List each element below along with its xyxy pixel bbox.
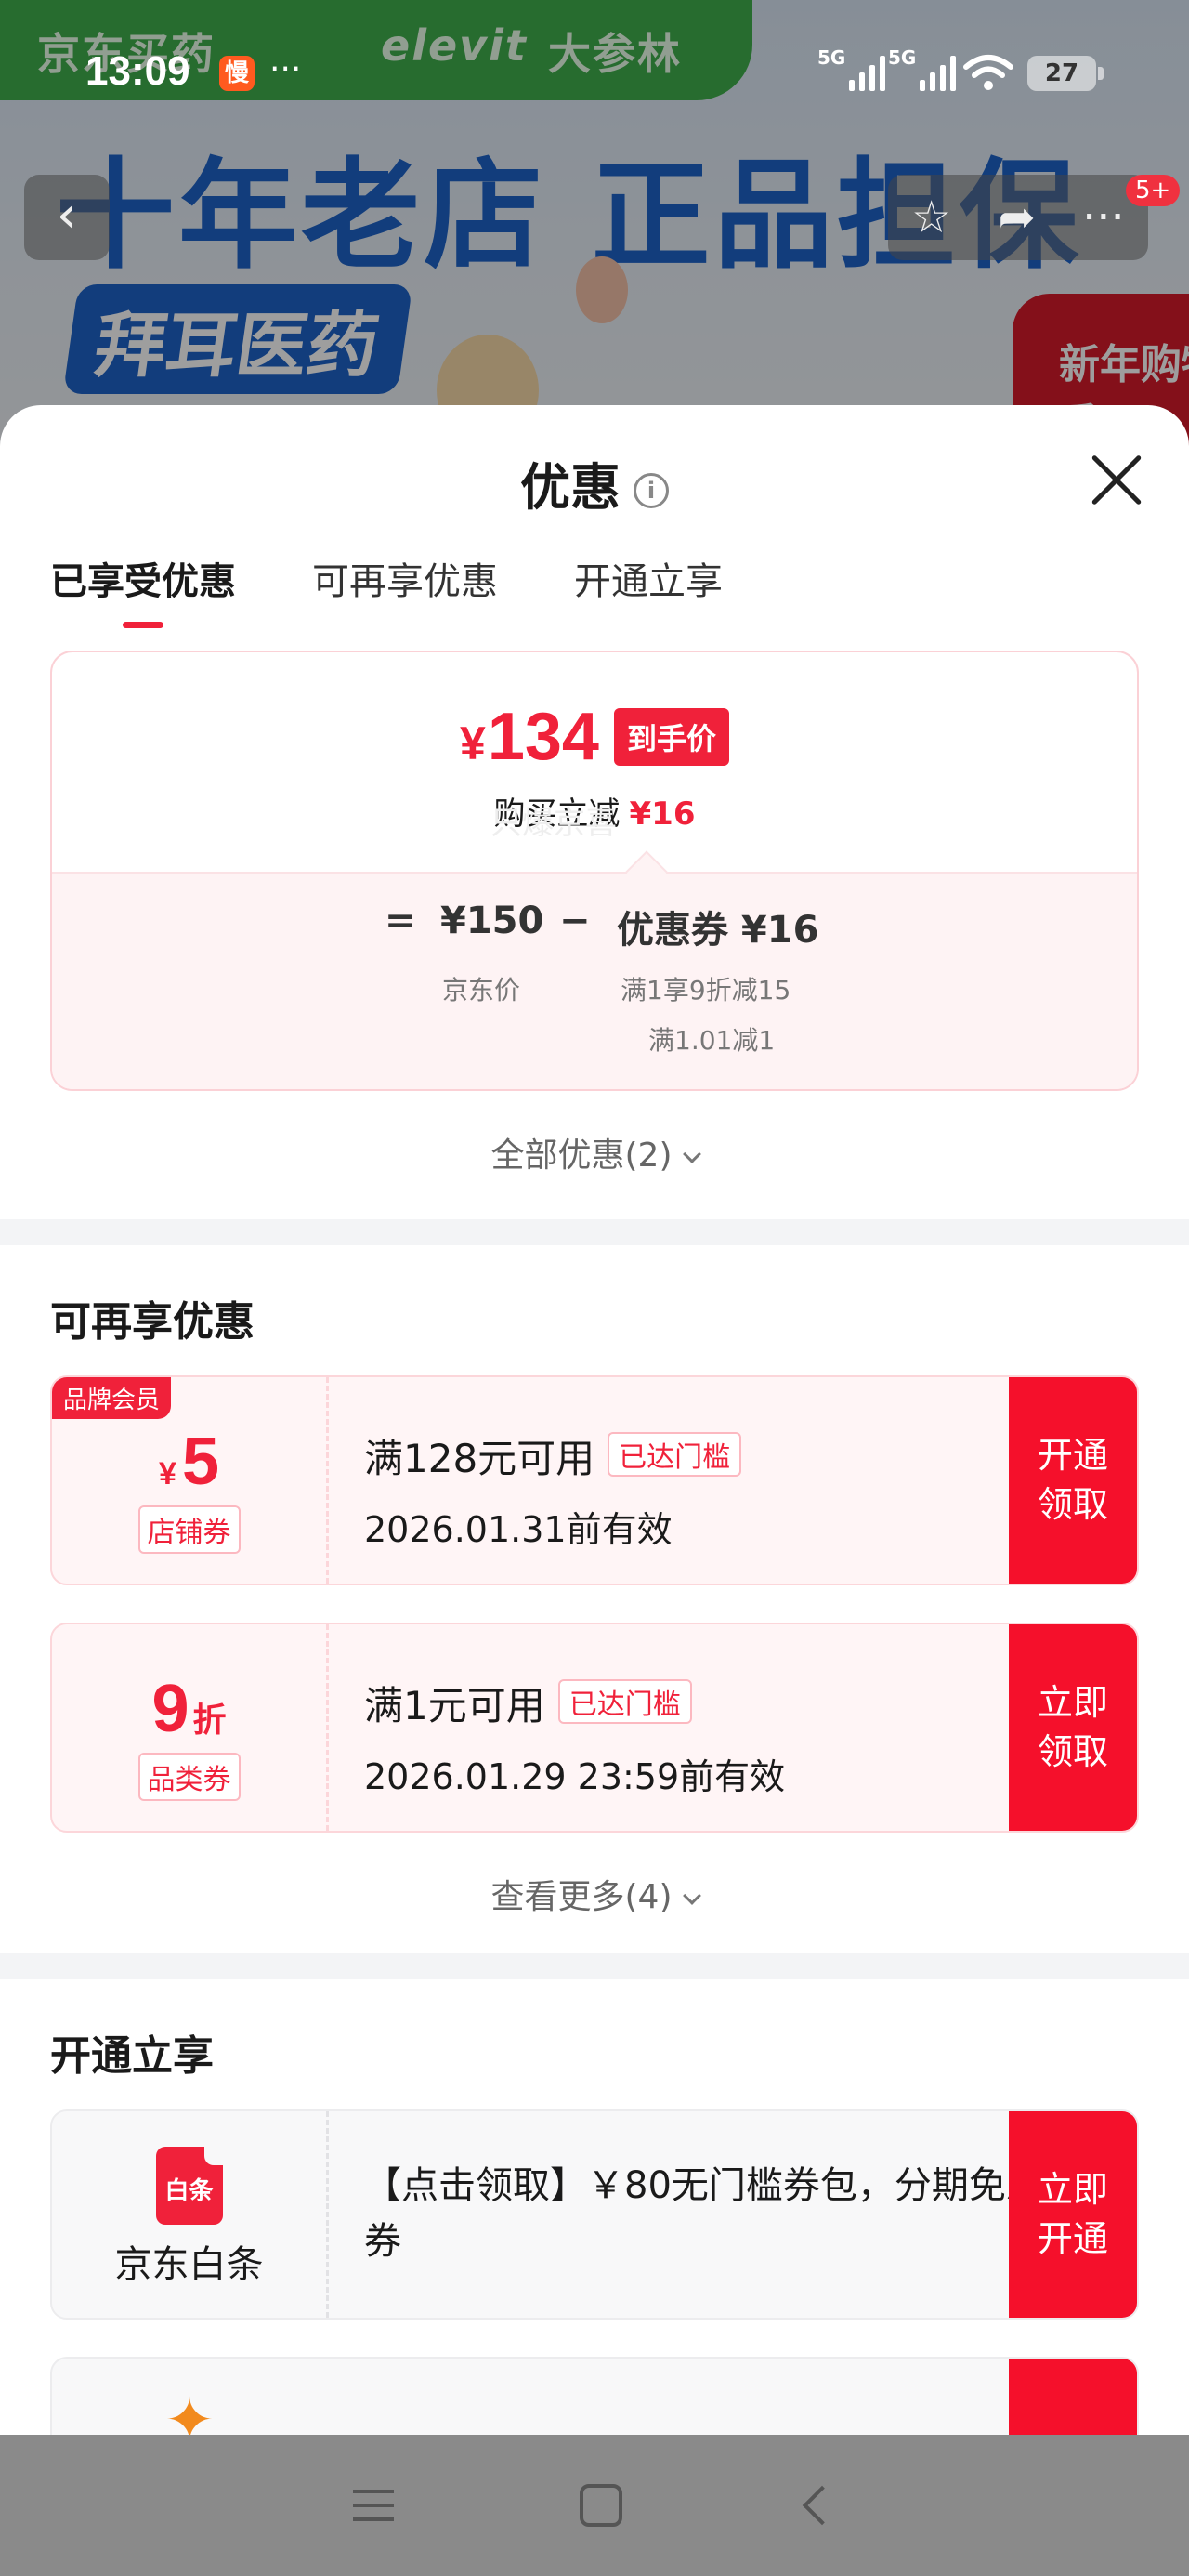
next-service-card: ✦ <box>50 2357 1139 2435</box>
threshold-tag: 已达门槛 <box>608 1432 742 1477</box>
chevron-down-icon <box>682 1145 701 1163</box>
tab-more-available[interactable]: 可再享优惠 <box>312 545 498 619</box>
threshold-tag: 已达门槛 <box>557 1679 692 1724</box>
baitiao-icon: 白条 <box>155 2147 223 2225</box>
section-title-open: 开通立享 <box>50 2032 214 2080</box>
service-description: 【点击领取】￥80无门槛券包，分期免息券 <box>364 2164 1043 2263</box>
section-divider <box>0 1219 1189 1245</box>
equals-sign: = <box>385 900 416 942</box>
minus-sign: − <box>559 900 591 942</box>
final-price-tag: 到手价 <box>613 708 729 766</box>
home-icon[interactable] <box>580 2484 622 2527</box>
battery-icon: 27 <box>1027 56 1104 91</box>
more-notifications-icon: ··· <box>269 50 302 88</box>
wifi-icon <box>963 55 1013 90</box>
coupon-amount: ¥5 <box>159 1425 219 1499</box>
member-badge: 品牌会员 <box>52 1377 172 1419</box>
see-more-toggle[interactable]: 查看更多(4) <box>0 1870 1189 1953</box>
coupon-rule: 满1.01减1 <box>648 1025 776 1056</box>
claim-now-button[interactable]: 立即领取 <box>1009 1624 1137 1831</box>
coupon-condition: 满1元可用 <box>364 1683 545 1728</box>
baitiao-card: 白条 京东白条 【点击领取】￥80无门槛券包，分期免息券 立即开通 <box>50 2109 1139 2320</box>
coupon-rule: 满1享9折减15 <box>621 975 791 1005</box>
coupon-expiry: 2026.01.31前有效 <box>364 1509 673 1550</box>
activate-button[interactable] <box>1009 2359 1137 2435</box>
coupon-expiry: 2026.01.29 23:59前有效 <box>364 1756 786 1797</box>
final-price-card: ¥134 到手价 购买立减 ¥16 = ¥150 京东价 − 优惠券 ¥16 满1… <box>50 651 1139 1091</box>
signal-icon: 5G <box>817 46 885 91</box>
base-price: ¥150 <box>440 900 544 942</box>
coupon-amount: 9折 <box>151 1672 227 1746</box>
status-bar: 13:09 慢 ··· 5G 5G 27 <box>0 0 1189 149</box>
favorite-star-icon[interactable]: ☆ <box>911 191 951 243</box>
coupon-type: 店铺券 <box>137 1505 241 1554</box>
system-navigation-bar <box>0 2435 1189 2576</box>
tab-open-to-enjoy[interactable]: 开通立享 <box>574 545 723 619</box>
section-divider <box>0 1953 1189 1979</box>
discount-tabs: 已享受优惠 可再享优惠 开通立享 <box>0 545 1189 647</box>
price-breakdown: = ¥150 京东价 − 优惠券 ¥16 满1享9折减15 满1.01减1 <box>52 872 1137 1089</box>
coupon-condition: 满128元可用 <box>364 1436 595 1481</box>
signal-icon: 5G <box>888 46 956 91</box>
back-icon[interactable] <box>802 2485 843 2526</box>
sheet-header: 优惠 i <box>0 405 1189 545</box>
back-button[interactable]: ‹ <box>24 175 110 260</box>
notification-badge: 慢 <box>219 56 255 91</box>
section-title-more: 可再享优惠 <box>50 1298 255 1346</box>
discount-sheet: 优惠 i 已享受优惠 可再享优惠 开通立享 ¥134 到手价 购买立减 ¥16 = … <box>0 405 1189 2435</box>
share-icon[interactable]: ➦ <box>999 191 1036 243</box>
close-icon[interactable] <box>1089 452 1144 507</box>
page-action-group: ☆ ➦ ··· <box>888 175 1148 260</box>
base-price-label: 京东价 <box>442 975 521 1005</box>
sheet-title: 优惠 i <box>0 446 1189 519</box>
coupon-card: 品牌会员 ¥5 店铺券 满128元可用 已达门槛 2026.01.31前有效 开通… <box>50 1375 1139 1585</box>
info-icon[interactable]: i <box>634 473 669 509</box>
activate-now-button[interactable]: 立即开通 <box>1009 2111 1137 2318</box>
open-and-claim-button[interactable]: 开通领取 <box>1009 1377 1137 1584</box>
final-price: ¥134 <box>460 700 599 774</box>
more-icon[interactable]: ··· <box>1082 191 1125 243</box>
cart-count-badge: 5+ <box>1126 175 1181 206</box>
chevron-down-icon <box>682 1886 701 1905</box>
recent-apps-icon[interactable] <box>353 2490 394 2521</box>
service-name: 京东白条 <box>114 2243 264 2286</box>
coupon-card: 9折 品类券 满1元可用 已达门槛 2026.01.29 23:59前有效 立即领… <box>50 1623 1139 1833</box>
service-logo-icon: ✦ <box>164 2386 215 2435</box>
coupon-deduction: 优惠券 ¥16 <box>617 909 819 952</box>
watermark-text: 只爆京喜 <box>490 805 617 842</box>
status-time: 13:09 <box>85 48 190 94</box>
all-discounts-toggle[interactable]: 全部优惠(2) <box>0 1128 1189 1176</box>
tab-enjoyed[interactable]: 已享受优惠 <box>50 545 236 628</box>
coupon-type: 品类券 <box>137 1753 241 1801</box>
chevron-left-icon: ‹ <box>56 185 78 245</box>
